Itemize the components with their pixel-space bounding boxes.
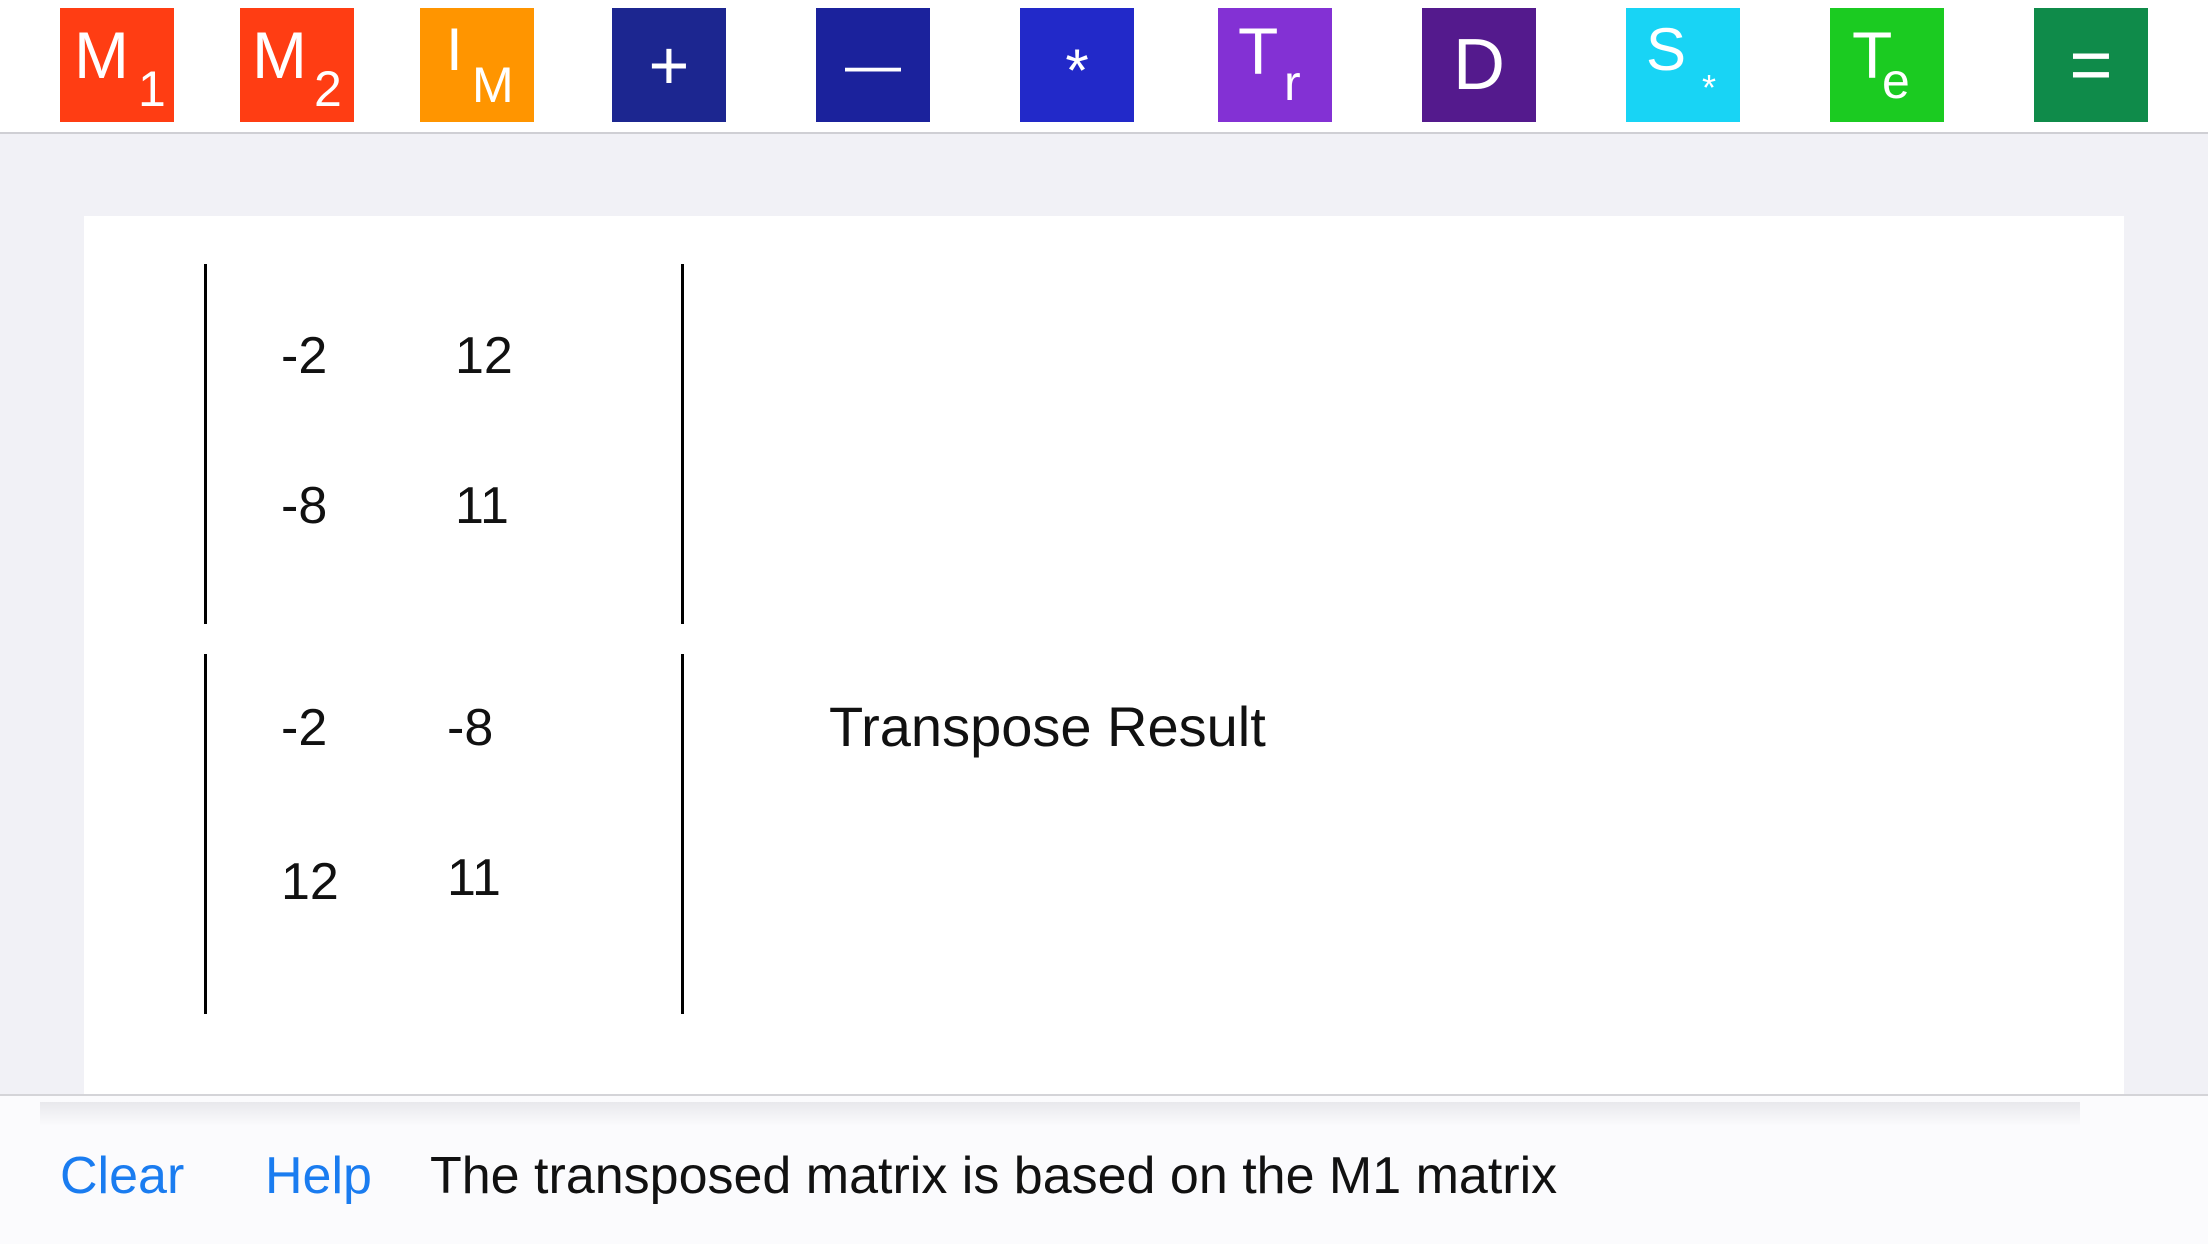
identity-subscript: M: [472, 57, 514, 113]
scalar-asterisk: *: [1702, 67, 1717, 108]
result-matrix: [204, 654, 684, 1014]
input-cell-r1c2: 12: [455, 327, 513, 385]
matrix-1-subscript: 1: [138, 61, 166, 117]
minus-icon: —: [845, 33, 901, 96]
determinant-button[interactable]: D: [1422, 8, 1536, 122]
te-subscript: e: [1882, 53, 1910, 109]
transpose-button[interactable]: T r: [1218, 8, 1332, 122]
matrix-2-button[interactable]: M 2: [240, 8, 354, 122]
input-cell-r2c1: -8: [281, 477, 328, 535]
multiply-button[interactable]: *: [1020, 8, 1134, 122]
help-button[interactable]: Help: [265, 1150, 372, 1202]
asterisk-icon: *: [1065, 37, 1089, 104]
bottom-bar: Clear Help The transposed matrix is base…: [0, 1094, 2208, 1244]
scalar-letter: S: [1646, 16, 1687, 83]
matrix-right-bracket: [681, 654, 684, 1014]
matrix-1-letter: M: [74, 18, 129, 92]
matrix-right-bracket: [681, 264, 684, 624]
status-message: The transposed matrix is based on the M1…: [430, 1147, 1558, 1205]
clear-button[interactable]: Clear: [60, 1150, 184, 1202]
matrix-2-letter: M: [252, 18, 307, 92]
result-cell-r2c1: 12: [281, 853, 339, 911]
toolbar: M 1 M 2 I M + — * T r D S * T e =: [0, 0, 2208, 134]
transpose-subscript: r: [1284, 55, 1301, 111]
equals-button[interactable]: =: [2034, 8, 2148, 122]
result-cell-r1c2: -8: [447, 699, 494, 757]
te-button[interactable]: T e: [1830, 8, 1944, 122]
subtract-button[interactable]: —: [816, 8, 930, 122]
equals-icon: =: [2069, 23, 2113, 106]
matrix-left-bracket: [204, 654, 207, 1014]
add-button[interactable]: +: [612, 8, 726, 122]
matrix-1-button[interactable]: M 1: [60, 8, 174, 122]
matrix-display-card: -2 12 -8 11 -2 -8 12 11 Transpose Result: [84, 216, 2124, 1094]
input-matrix: [204, 264, 684, 624]
result-label: Transpose Result: [829, 695, 1266, 758]
result-cell-r1c1: -2: [281, 699, 328, 757]
plus-icon: +: [648, 26, 690, 104]
matrix-2-subscript: 2: [314, 61, 342, 117]
matrix-left-bracket: [204, 264, 207, 624]
identity-matrix-button[interactable]: I M: [420, 8, 534, 122]
result-cell-r2c2: 11: [447, 849, 501, 907]
transpose-letter: T: [1238, 14, 1279, 88]
identity-letter: I: [446, 16, 463, 83]
input-cell-r1c1: -2: [281, 327, 328, 385]
bottom-bar-shadow: [40, 1102, 2080, 1126]
scalar-multiply-button[interactable]: S *: [1626, 8, 1740, 122]
determinant-letter: D: [1453, 25, 1505, 105]
input-cell-r2c2: 11: [455, 477, 509, 535]
